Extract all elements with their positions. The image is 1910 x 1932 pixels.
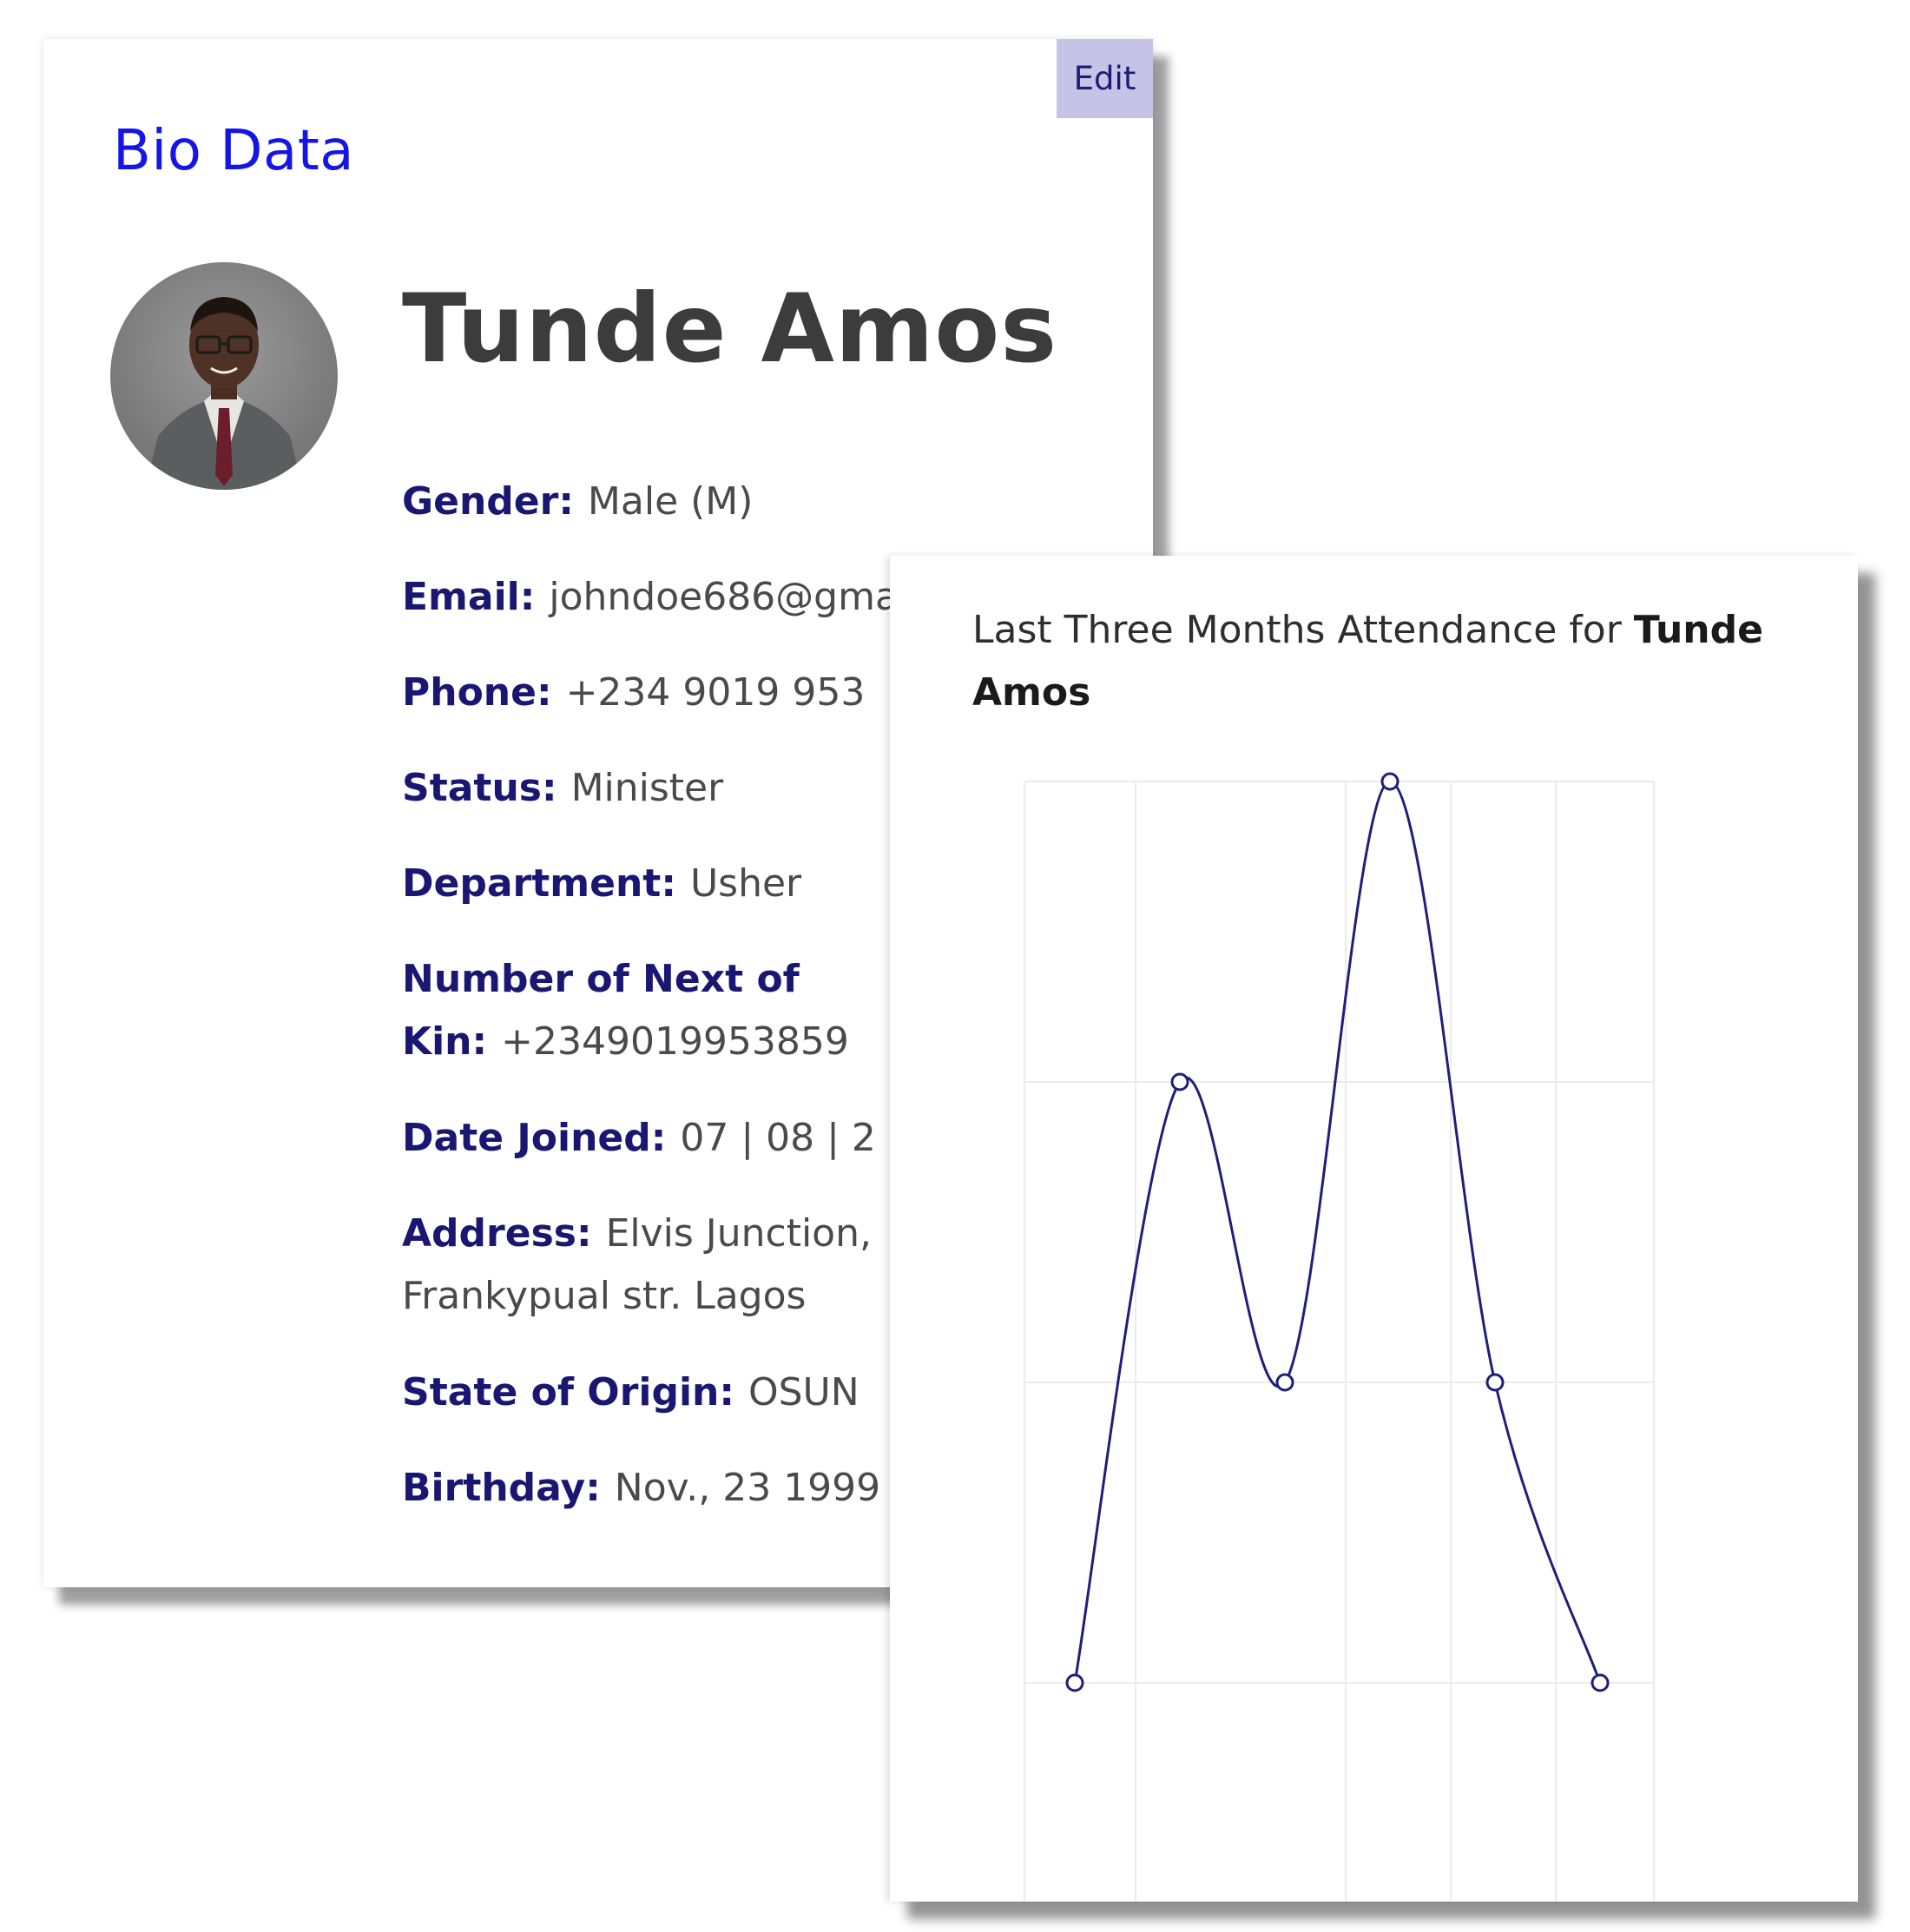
- date-joined-field: Date Joined: 07 | 08 | 2: [402, 1107, 958, 1170]
- phone-value: +234 9019 953: [565, 670, 866, 715]
- data-point-6: [1591, 1673, 1610, 1692]
- email-label: Email:: [402, 575, 536, 619]
- department-label: Department:: [402, 861, 676, 906]
- data-point-4: [1380, 772, 1400, 791]
- phone-label: Phone:: [402, 670, 552, 715]
- department-value: Usher: [689, 861, 802, 906]
- next-of-kin-value: +2349019953859: [501, 1019, 849, 1064]
- state-of-origin-label: State of Origin:: [402, 1370, 734, 1414]
- next-of-kin-field: Number of Next of Kin: +2349019953859: [402, 948, 888, 1073]
- data-point-3: [1275, 1373, 1294, 1392]
- status-field: Status: Minister: [402, 757, 958, 820]
- avatar: [110, 262, 338, 490]
- attendance-line-chart: [1024, 772, 1655, 1902]
- status-label: Status:: [402, 766, 557, 810]
- gender-field: Gender: Male (M): [402, 471, 958, 533]
- date-joined-label: Date Joined:: [402, 1116, 667, 1160]
- birthday-field: Birthday: Nov., 23 1999: [402, 1457, 958, 1520]
- edit-button[interactable]: Edit: [1057, 39, 1153, 118]
- bio-data-heading: Bio Data: [113, 119, 354, 183]
- state-of-origin-field: State of Origin: OSUN: [402, 1362, 958, 1424]
- data-point-5: [1485, 1373, 1505, 1392]
- attendance-chart-card: Last Three Months Attendance for Tunde A…: [890, 556, 1858, 1902]
- address-label: Address:: [402, 1211, 592, 1256]
- address-field: Address: Elvis Junction, Frankypual str. …: [402, 1203, 906, 1328]
- date-joined-value: 07 | 08 | 2: [680, 1116, 876, 1160]
- phone-field: Phone: +234 9019 953: [402, 662, 958, 724]
- birthday-label: Birthday:: [402, 1466, 601, 1510]
- birthday-value: Nov., 23 1999: [614, 1466, 881, 1510]
- attendance-series-line: [1073, 780, 1602, 1684]
- state-of-origin-value: OSUN: [748, 1370, 860, 1414]
- data-point-1: [1065, 1673, 1084, 1692]
- department-field: Department: Usher: [402, 853, 958, 915]
- person-name: Tunde Amos: [402, 274, 1058, 384]
- status-value: Minister: [570, 766, 724, 810]
- data-point-2: [1170, 1072, 1189, 1091]
- email-field: Email: johndoe686@gmail.com: [402, 566, 1013, 629]
- gender-value: Male (M): [587, 479, 754, 524]
- profile-photo: [110, 262, 338, 490]
- gender-label: Gender:: [402, 479, 574, 524]
